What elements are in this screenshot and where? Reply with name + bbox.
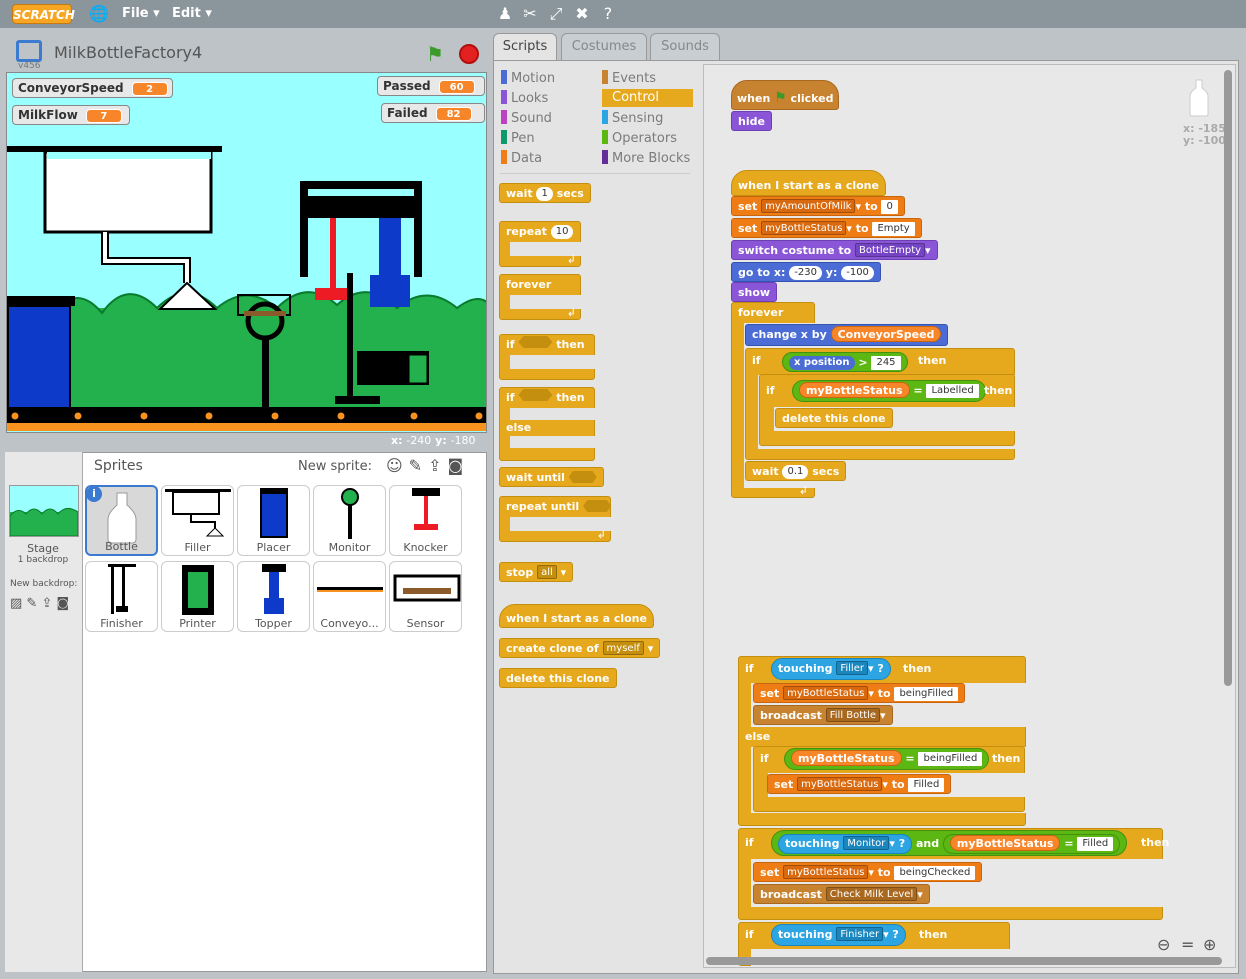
category-motion[interactable]: Motion bbox=[501, 70, 555, 86]
vertical-scrollbar[interactable] bbox=[1224, 70, 1232, 686]
monitor-label: ConveyorSpeed bbox=[18, 81, 124, 95]
show-block[interactable]: show bbox=[731, 282, 778, 302]
sprite-topper[interactable]: Topper bbox=[237, 561, 310, 632]
stage-label: Stage bbox=[27, 542, 59, 555]
shrink-icon[interactable]: ✖ bbox=[572, 4, 592, 23]
palette-if-else-block[interactable]: if then else bbox=[499, 387, 596, 461]
monitor-value: 60 bbox=[438, 80, 475, 94]
scratch-logo[interactable]: SCRATCH bbox=[12, 4, 75, 24]
stage[interactable]: ConveyorSpeed 2 MilkFlow 7 Passed 60 Failed… bbox=[6, 72, 487, 433]
category-data[interactable]: Data bbox=[501, 150, 542, 166]
palette-when-clone-block[interactable]: when I start as a clone bbox=[499, 604, 654, 628]
tab-scripts[interactable]: Scripts bbox=[493, 33, 557, 61]
go-to-xy-block[interactable]: go to x: -230 y: -100 bbox=[731, 262, 881, 282]
edit-menu[interactable]: Edit ▾ bbox=[172, 6, 212, 21]
duplicate-icon[interactable]: ♟ bbox=[495, 4, 515, 23]
sprite-filler[interactable]: Filler bbox=[161, 485, 234, 556]
palette-repeat-until-block[interactable]: repeat until ↲ bbox=[499, 496, 612, 542]
category-looks[interactable]: Looks bbox=[501, 90, 548, 106]
hide-block[interactable]: hide bbox=[731, 111, 772, 131]
version-label: v456 bbox=[18, 61, 41, 71]
zoom-out-icon[interactable]: ⊖ bbox=[1157, 935, 1170, 954]
fullscreen-icon[interactable] bbox=[16, 40, 42, 62]
broadcast-fill-bottle-block[interactable]: broadcast Fill Bottle ▾ bbox=[753, 705, 893, 725]
change-x-block[interactable]: change x by ConveyorSpeed bbox=[745, 324, 949, 346]
new-sprite-label: New sprite: bbox=[298, 459, 372, 474]
category-control[interactable]: Control bbox=[602, 89, 693, 107]
backdrop-count: 1 backdrop bbox=[17, 555, 69, 565]
switch-costume-block[interactable]: switch costume to BottleEmpty ▾ bbox=[731, 240, 938, 260]
monitor-milk-flow[interactable]: MilkFlow 7 bbox=[12, 105, 130, 125]
delete-clone-block[interactable]: delete this clone bbox=[775, 408, 893, 428]
sprite-placer[interactable]: Placer bbox=[237, 485, 310, 556]
new-backdrop-label: New backdrop: bbox=[10, 579, 78, 589]
horizontal-scrollbar[interactable] bbox=[706, 957, 1222, 965]
sprite-sensor[interactable]: Sensor bbox=[389, 561, 462, 632]
project-title[interactable]: MilkBottleFactory4 bbox=[54, 43, 202, 62]
wait-block[interactable]: wait 0.1 secs bbox=[745, 461, 847, 481]
set-status-being-filled-block[interactable]: set myBottleStatus ▾ to beingFilled bbox=[753, 683, 966, 703]
set-status-block[interactable]: set myBottleStatus ▾ to Empty bbox=[731, 218, 922, 238]
palette-if-block[interactable]: if then bbox=[499, 334, 596, 380]
set-amount-block[interactable]: set myAmountOfMilk ▾ to 0 bbox=[731, 196, 905, 216]
sprite-printer[interactable]: Printer bbox=[161, 561, 234, 632]
grow-icon[interactable]: ⤢ bbox=[546, 4, 566, 24]
sprites-title: Sprites bbox=[94, 458, 143, 474]
palette-wait-block[interactable]: wait 1 secs bbox=[499, 183, 591, 203]
palette-delete-clone-block[interactable]: delete this clone bbox=[499, 668, 617, 688]
monitor-value: 7 bbox=[85, 109, 122, 123]
file-menu[interactable]: File ▾ bbox=[122, 6, 160, 21]
current-sprite-ghost bbox=[1188, 78, 1210, 118]
monitor-failed[interactable]: Failed 82 bbox=[381, 103, 485, 123]
set-status-filled-block[interactable]: set myBottleStatus ▾ to Filled bbox=[767, 774, 952, 794]
zoom-in-icon[interactable]: ⊕ bbox=[1203, 935, 1216, 954]
set-status-being-checked-block[interactable]: set myBottleStatus ▾ to beingChecked bbox=[753, 862, 983, 882]
backdrop-tools[interactable]: ▨ ✎ ⇪ ◙ bbox=[10, 596, 69, 611]
palette-wait-until-block[interactable]: wait until bbox=[499, 467, 604, 487]
sprite-finisher[interactable]: Finisher bbox=[85, 561, 158, 632]
zoom-reset-icon[interactable]: = bbox=[1181, 935, 1194, 954]
canvas-y-coord: y: -100 bbox=[1183, 134, 1226, 147]
green-flag-icon: ⚑ bbox=[774, 90, 787, 106]
monitor-value: 2 bbox=[131, 82, 168, 96]
monitor-label: MilkFlow bbox=[18, 108, 78, 122]
palette-create-clone-block[interactable]: create clone of myself ▾ bbox=[499, 638, 661, 658]
when-clone-start-block[interactable]: when I start as a clone bbox=[731, 170, 886, 196]
when-flag-clicked-block[interactable]: when ⚑ clicked bbox=[731, 80, 840, 110]
tab-sounds[interactable]: Sounds bbox=[650, 33, 720, 60]
palette-forever-block[interactable]: forever ↲ bbox=[499, 274, 582, 320]
sprite-knocker[interactable]: Knocker bbox=[389, 485, 462, 556]
help-icon[interactable]: ? bbox=[598, 4, 618, 23]
delete-cut-icon[interactable]: ✂ bbox=[520, 4, 540, 23]
category-more-blocks[interactable]: More Blocks bbox=[602, 150, 690, 166]
palette-stop-block[interactable]: stop all ▾ bbox=[499, 562, 574, 582]
category-sound[interactable]: Sound bbox=[501, 110, 552, 126]
stage-thumbnail[interactable] bbox=[9, 485, 79, 537]
category-sensing[interactable]: Sensing bbox=[602, 110, 663, 126]
category-pen[interactable]: Pen bbox=[501, 130, 535, 146]
sprite-monitor[interactable]: Monitor bbox=[313, 485, 386, 556]
sprite-bottle[interactable]: i Bottle bbox=[85, 485, 158, 556]
globe-icon[interactable]: 🌐 bbox=[89, 4, 109, 23]
monitor-passed[interactable]: Passed 60 bbox=[377, 76, 485, 96]
green-flag-icon[interactable]: ⚑ bbox=[426, 42, 444, 66]
monitor-label: Passed bbox=[383, 79, 431, 93]
divider bbox=[500, 173, 690, 174]
broadcast-check-milk-block[interactable]: broadcast Check Milk Level ▾ bbox=[753, 884, 930, 904]
new-sprite-tools[interactable]: ☺✎⇪◙ bbox=[386, 456, 469, 475]
stage-scene bbox=[7, 146, 486, 431]
category-operators[interactable]: Operators bbox=[602, 130, 677, 146]
sprite-conveyor[interactable]: Conveyo... bbox=[313, 561, 386, 632]
monitor-value: 82 bbox=[435, 107, 472, 121]
stage-coordinates: x: -240 y: -180 bbox=[391, 434, 476, 447]
category-events[interactable]: Events bbox=[602, 70, 656, 86]
tab-costumes[interactable]: Costumes bbox=[561, 33, 647, 60]
info-icon[interactable]: i bbox=[86, 486, 102, 502]
monitor-conveyor-speed[interactable]: ConveyorSpeed 2 bbox=[12, 78, 173, 98]
stop-icon[interactable] bbox=[459, 44, 479, 64]
monitor-label: Failed bbox=[387, 106, 428, 120]
palette-repeat-block[interactable]: repeat 10 ↲ bbox=[499, 221, 582, 267]
